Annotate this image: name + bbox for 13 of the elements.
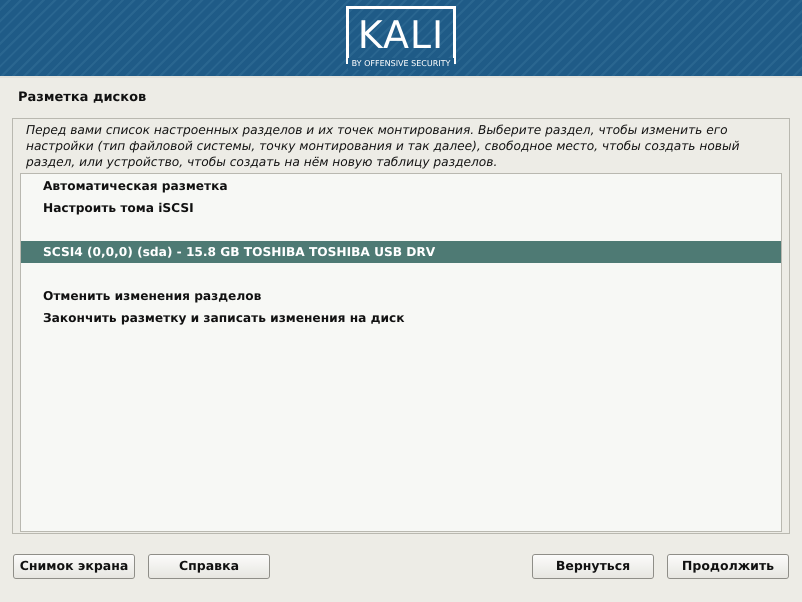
list-item[interactable]: SCSI4 (0,0,0) (sda) - 15.8 GB TOSHIBA TOSHIBA USB DRV	[21, 241, 781, 263]
list-item[interactable]: Закончить разметку и записать изменения на диск	[21, 307, 781, 329]
dialog-button[interactable]: Продолжить	[667, 554, 789, 579]
dialog-button[interactable]: Снимок экрана	[13, 554, 135, 579]
dialog-button[interactable]: Вернуться	[532, 554, 654, 579]
page-title: Разметка дисков	[18, 89, 148, 107]
description-text: Перед вами список настроенных разделов и их точек монтирования. Выберите раздел, чтобы изменить его настройки (тип файловой системы, точку монтирования и так далее), свободное место, чтобы создать новый раздел, или устройство, чтобы создать на нём новую таблицу разделов.	[25, 122, 741, 171]
list-item[interactable]: Автоматическая разметка	[21, 175, 781, 197]
logo-text: KALI	[358, 16, 444, 54]
list-item[interactable]: Отменить изменения разделов	[21, 285, 781, 307]
dialog-button[interactable]: Справка	[148, 554, 270, 579]
logo-tagline: BY OFFENSIVE SECURITY	[348, 58, 454, 70]
list-item[interactable]: Настроить тома iSCSI	[21, 197, 781, 219]
